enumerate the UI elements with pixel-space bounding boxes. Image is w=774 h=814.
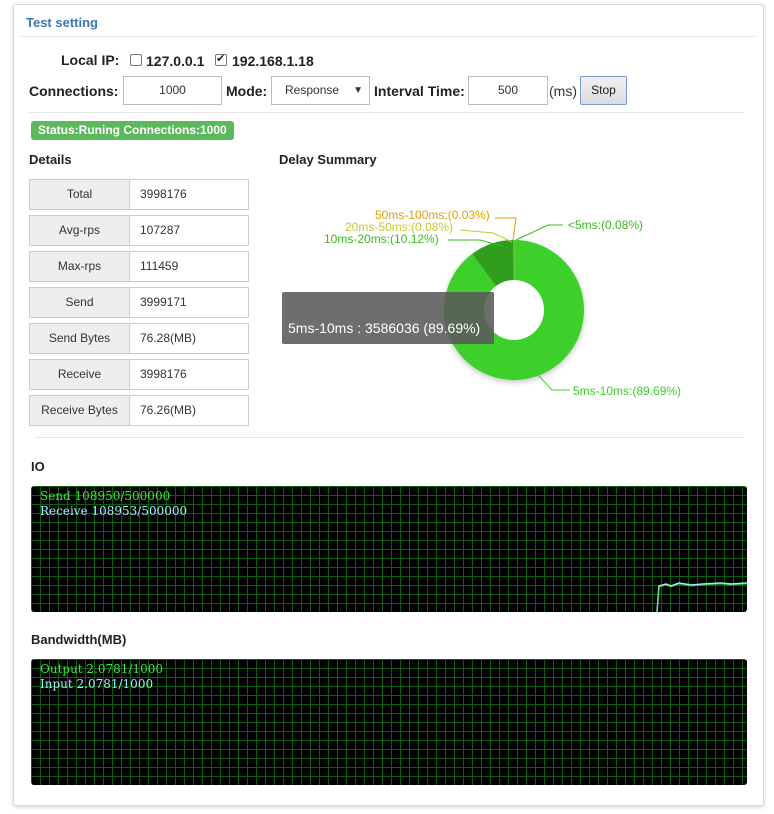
interval-unit: (ms): [549, 83, 577, 99]
io-scope: Send 108950/500000 Receive 108953/500000: [31, 486, 747, 612]
ip-checkbox-192[interactable]: [215, 52, 227, 66]
controls-divider: [29, 112, 744, 113]
detail-value: 107287: [140, 223, 181, 237]
panel-title: Test setting: [26, 15, 98, 30]
io-trace: [656, 582, 747, 612]
io-title: IO: [31, 459, 45, 474]
label-lt5: <5ms:(0.08%): [568, 218, 643, 232]
detail-key: Max-rps: [30, 252, 130, 281]
label-10-20: 10ms-20ms:(10.12%): [324, 232, 439, 246]
mode-select[interactable]: Response ▼: [271, 76, 370, 105]
io-receive-line: [656, 582, 747, 612]
delay-summary-title: Delay Summary: [279, 152, 377, 167]
detail-value: 3999171: [140, 295, 187, 309]
pie-tooltip: [282, 292, 494, 344]
ip-option-192: 192.168.1.18: [232, 53, 314, 69]
local-ip-label: Local IP:: [61, 52, 120, 68]
bandwidth-input-text: Input 2.0781/1000: [40, 677, 154, 691]
io-send-line: [656, 583, 747, 612]
bandwidth-title: Bandwidth(MB): [31, 632, 127, 647]
status-badge: Status:Runing Connections:1000: [31, 121, 234, 140]
detail-value: 76.26(MB): [140, 403, 197, 417]
detail-value: 3998176: [140, 187, 187, 201]
detail-row-send-bytes: Send Bytes 76.28(MB): [29, 323, 249, 354]
detail-row-receive: Receive 3998176: [29, 359, 249, 390]
leader-5-10: [537, 374, 570, 391]
interval-label: Interval Time:: [374, 83, 465, 99]
label-5-10: 5ms-10ms:(89.69%): [573, 384, 681, 398]
detail-value: 3998176: [140, 367, 187, 381]
mode-select-value: Response: [285, 83, 340, 97]
summary-divider: [35, 437, 744, 438]
title-divider: [21, 36, 755, 37]
detail-row-send: Send 3999171: [29, 287, 249, 318]
detail-key: Send Bytes: [30, 324, 130, 353]
detail-key: Receive: [30, 360, 130, 389]
detail-value: 76.28(MB): [140, 331, 197, 345]
leader-lt5: [515, 224, 563, 241]
detail-row-total: Total 3998176: [29, 179, 249, 210]
detail-key: Receive Bytes: [30, 396, 130, 425]
detail-row-avg-rps: Avg-rps 107287: [29, 215, 249, 246]
pie-tooltip-text: 5ms-10ms : 3586036 (89.69%): [288, 320, 480, 336]
mode-label: Mode:: [226, 83, 268, 99]
detail-row-max-rps: Max-rps 111459: [29, 251, 249, 282]
ip-option-127: 127.0.0.1: [146, 53, 205, 69]
bandwidth-scope: Output 2.0781/1000 Input 2.0781/1000: [31, 659, 747, 785]
detail-key: Avg-rps: [30, 216, 130, 245]
detail-value: 111459: [140, 259, 179, 273]
delay-pie-chart: 50ms-100ms:(0.03%) 20ms-50ms:(0.08%) 10m…: [282, 208, 681, 398]
interval-input[interactable]: 500: [468, 76, 548, 105]
detail-key: Send: [30, 288, 130, 317]
connections-input[interactable]: 1000: [123, 76, 222, 105]
detail-row-receive-bytes: Receive Bytes 76.26(MB): [29, 395, 249, 426]
stop-button[interactable]: Stop: [580, 76, 627, 105]
bandwidth-output-text: Output 2.0781/1000: [40, 662, 164, 676]
connections-label: Connections:: [29, 83, 119, 99]
details-title: Details: [29, 152, 72, 167]
leader-50-100: [495, 217, 517, 241]
detail-key: Total: [30, 180, 130, 209]
caret-down-icon: ▼: [353, 85, 363, 96]
ip-checkbox-127[interactable]: [130, 54, 142, 66]
